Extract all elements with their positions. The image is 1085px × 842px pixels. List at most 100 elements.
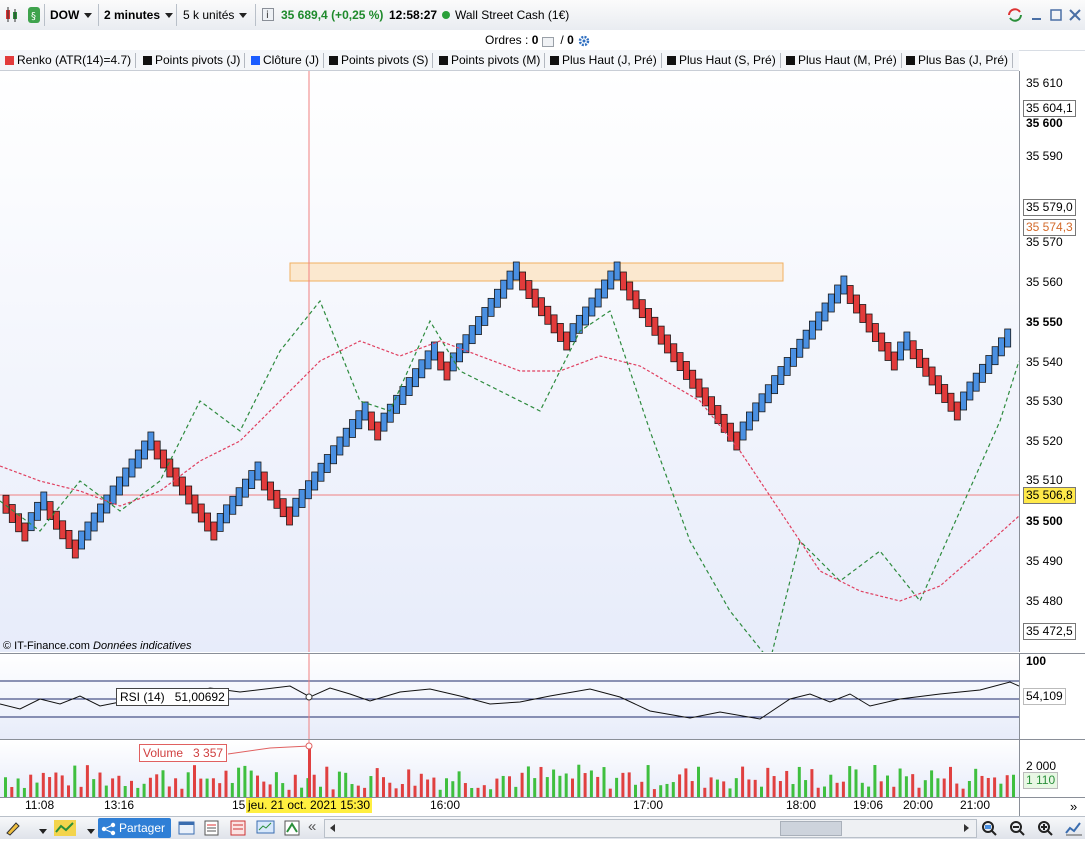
time-cursor-label: jeu. 21 oct. 2021 15:30 (246, 798, 373, 813)
legend-item[interactable]: Renko (ATR(14)=4.7) (3, 53, 137, 68)
scroll-left-icon[interactable] (327, 822, 337, 837)
renko-brick (147, 431, 155, 451)
renko-brick (909, 340, 917, 360)
scrollbar-thumb[interactable] (780, 821, 842, 836)
clock-time: 12:58:27 (389, 8, 438, 22)
refresh-icon[interactable] (1006, 7, 1022, 23)
renko-brick (330, 445, 338, 465)
zoom-in-icon[interactable] (1036, 820, 1056, 836)
zoom-fit-icon[interactable] (980, 820, 1000, 836)
close-icon[interactable] (1068, 8, 1084, 24)
volume-bar (41, 772, 45, 798)
trading-icon[interactable] (284, 820, 300, 836)
price-axis[interactable]: 35 610 35 600 35 590 35 570 35 560 35 550 35 5… (1019, 71, 1085, 652)
volume-bar (791, 784, 795, 798)
screen-chart-icon[interactable] (256, 820, 276, 836)
time-tick-label: 11:08 (25, 798, 55, 812)
volume-bar (155, 774, 159, 798)
timeframe-dropdown[interactable]: 2 minutes (104, 5, 174, 25)
pencil-icon[interactable] (4, 820, 20, 836)
list-icon[interactable] (204, 820, 220, 836)
maximize-icon[interactable] (1049, 8, 1065, 24)
status-dot-icon (441, 9, 451, 19)
volume-bar (224, 770, 228, 798)
legend-item[interactable]: Plus Bas (J, Pré) (904, 53, 1014, 68)
renko-brick (122, 467, 130, 487)
volume-bar (407, 769, 411, 798)
renko-unit-dropdown[interactable]: 5 k unités (183, 5, 248, 25)
volume-bar (344, 772, 348, 798)
minimize-icon[interactable] (1030, 8, 1046, 24)
volume-bar (193, 765, 196, 798)
renko-brick (752, 402, 760, 422)
chart-settings-icon[interactable] (1064, 820, 1084, 836)
candlestick-icon[interactable] (4, 6, 20, 22)
legend-color-swatch (251, 56, 260, 65)
renko-brick (771, 375, 778, 395)
rsi-label: RSI (14) 51,00692 (116, 688, 229, 706)
link-icon[interactable]: § (26, 6, 42, 23)
gear-icon[interactable] (577, 35, 591, 47)
renko-brick (916, 349, 923, 368)
legend-item[interactable]: Clôture (J) (249, 53, 325, 68)
rsi-axis[interactable]: 100 54,109 (1019, 653, 1085, 739)
svg-text:i: i (266, 10, 269, 21)
legend-item[interactable]: Points pivots (J) (141, 53, 246, 68)
volume-bar (930, 770, 934, 798)
legend-label: Points pivots (M) (451, 53, 541, 67)
info-icon[interactable]: i (262, 8, 274, 21)
renko-brick (588, 297, 596, 317)
renko-brick (859, 304, 867, 323)
scroll-right-icon[interactable] (962, 822, 972, 837)
legend-item[interactable]: Plus Haut (S, Pré) (665, 53, 781, 68)
volume-bar (463, 783, 467, 798)
volume-panel[interactable]: Volume 3 357 (0, 739, 1019, 798)
zoom-out-icon[interactable] (1008, 820, 1028, 836)
renko-brick (695, 378, 703, 398)
symbol-dropdown[interactable]: DOW (50, 5, 93, 25)
volume-bar (785, 770, 789, 798)
share-button[interactable]: Partager (98, 818, 171, 838)
volume-bar (148, 777, 152, 798)
legend-color-swatch (667, 56, 676, 65)
volume-bar (678, 774, 682, 798)
volume-bar (445, 778, 448, 798)
rsi-axis-top: 100 (1026, 654, 1047, 668)
rsi-axis-value: 54,109 (1023, 688, 1066, 705)
renko-brick (336, 436, 344, 456)
renko-brick (758, 393, 766, 413)
legend-item[interactable]: Plus Haut (J, Pré) (548, 53, 662, 68)
scroll-left-fast-icon[interactable]: « (308, 818, 324, 835)
renko-brick (935, 375, 942, 395)
price-chart-panel[interactable]: © IT-Finance.com Données indicatives (0, 71, 1019, 652)
volume-bar (16, 778, 20, 798)
volume-bar (986, 777, 990, 798)
volume-bar (841, 781, 845, 798)
volume-bar (205, 778, 209, 798)
volume-bar (753, 779, 757, 798)
volume-bar (337, 771, 341, 798)
orders-icon[interactable] (230, 820, 246, 836)
rsi-cursor-point (305, 693, 313, 701)
chart-type-icon[interactable] (54, 820, 76, 836)
rsi-panel[interactable]: RSI (14) 51,00692 (0, 653, 1019, 739)
legend-item[interactable]: Points pivots (M) (437, 53, 546, 68)
chevron-down-icon[interactable] (38, 825, 54, 841)
renko-brick (563, 331, 571, 351)
volume-axis[interactable]: 2 000 1 110 (1019, 739, 1085, 798)
renko-brick (235, 487, 243, 507)
orders-summary[interactable]: Ordres : 0 / 0 (485, 33, 591, 47)
horizontal-scrollbar[interactable] (324, 819, 977, 838)
renko-brick (34, 501, 41, 521)
time-tick-label: 15 (232, 798, 246, 812)
price-tick-label: 35 600 (1026, 116, 1063, 130)
volume-bar (508, 776, 511, 798)
indicator-legend: Renko (ATR(14)=4.7) Points pivots (J) Clôt… (0, 50, 1019, 71)
volume-bar (48, 777, 52, 798)
window-icon[interactable] (178, 820, 195, 836)
volume-bar (747, 779, 751, 798)
legend-item[interactable]: Points pivots (S) (327, 53, 434, 68)
legend-item[interactable]: Plus Haut (M, Pré) (784, 53, 902, 68)
scroll-right-icon[interactable]: » (1070, 799, 1077, 814)
renko-brick (569, 323, 577, 343)
